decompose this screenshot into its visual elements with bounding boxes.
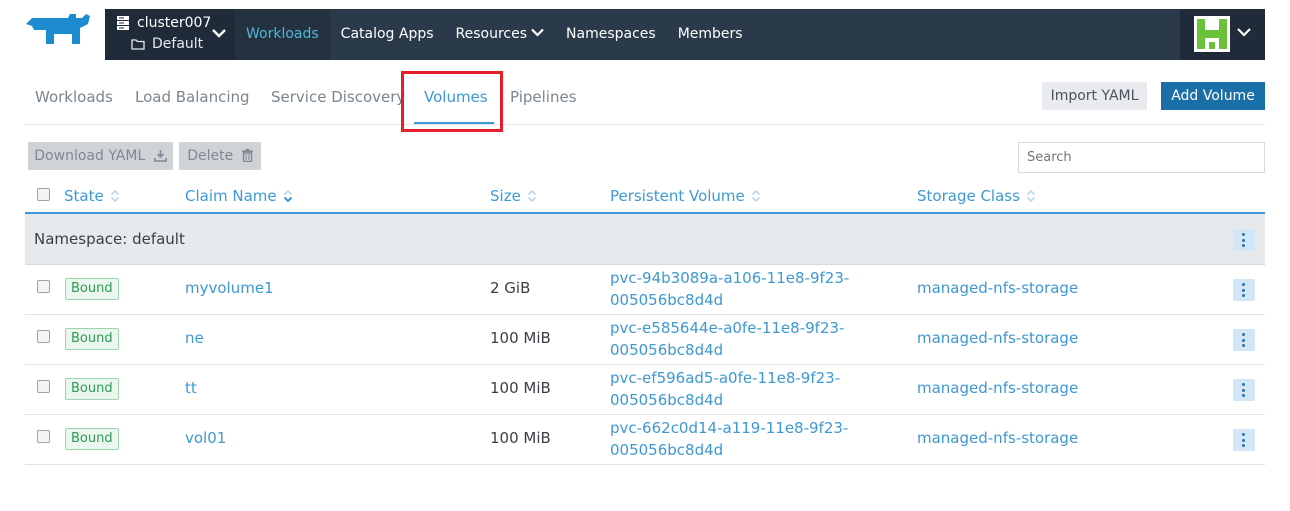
sort-descending-icon [283, 189, 292, 203]
status-badge: Bound [65, 428, 119, 450]
avatar [1194, 16, 1230, 52]
column-claim-name[interactable]: Claim Name [185, 187, 293, 205]
main-nav: Workloads Catalog Apps Resources Namespa… [235, 9, 754, 60]
row-actions-menu-icon[interactable] [1233, 329, 1255, 351]
storage-class-link[interactable]: managed-nfs-storage [917, 279, 1078, 297]
claim-name-link[interactable]: tt [185, 379, 197, 397]
storage-class-link[interactable]: managed-nfs-storage [917, 429, 1078, 447]
download-yaml-label: Download YAML [34, 148, 146, 164]
persistent-volume-line2: 005056bc8d4d [610, 291, 724, 309]
server-icon [117, 16, 129, 30]
claim-name-link[interactable]: vol01 [185, 429, 226, 447]
persistent-volume-link[interactable]: pvc-ef596ad5-a0fe-11e8-9f23- 005056bc8d4d [610, 367, 840, 411]
table-row: Bound myvolume1 2 GiB pvc-94b3089a-a106-… [25, 265, 1265, 315]
chevron-down-icon [212, 29, 226, 38]
sort-icon [1026, 189, 1035, 203]
sort-icon [527, 189, 536, 203]
sort-icon [751, 189, 760, 203]
chevron-down-icon [1237, 28, 1251, 37]
table-row: Bound ne 100 MiB pvc-e585644e-a0fe-11e8-… [25, 315, 1265, 365]
size-value: 100 MiB [490, 379, 551, 397]
column-size[interactable]: Size [490, 187, 537, 205]
persistent-volume-line1: pvc-94b3089a-a106-11e8-9f23- [610, 269, 850, 287]
delete-label: Delete [187, 148, 234, 164]
status-badge: Bound [65, 328, 119, 350]
persistent-volume-line2: 005056bc8d4d [610, 391, 724, 409]
persistent-volume-line2: 005056bc8d4d [610, 441, 724, 459]
table-row: Bound tt 100 MiB pvc-ef596ad5-a0fe-11e8-… [25, 365, 1265, 415]
trash-icon [241, 149, 253, 162]
delete-button[interactable]: Delete [179, 142, 261, 170]
nav-namespaces[interactable]: Namespaces [555, 9, 667, 60]
persistent-volume-link[interactable]: pvc-94b3089a-a106-11e8-9f23- 005056bc8d4d [610, 267, 849, 311]
row-checkbox[interactable] [37, 380, 50, 393]
tab-load-balancing[interactable]: Load Balancing [135, 88, 250, 106]
size-value: 100 MiB [490, 429, 551, 447]
status-badge: Bound [65, 278, 119, 300]
chevron-down-icon [531, 28, 544, 37]
row-actions-menu-icon[interactable] [1233, 379, 1255, 401]
nav-resources[interactable]: Resources [445, 9, 556, 60]
group-actions-menu-icon[interactable] [1233, 229, 1255, 251]
cluster-name: cluster007 [137, 15, 212, 31]
table-header: State Claim Name Size Persistent Volume … [25, 180, 1265, 214]
column-state-label: State [64, 187, 104, 205]
storage-class-link[interactable]: managed-nfs-storage [917, 329, 1078, 347]
status-badge: Bound [65, 378, 119, 400]
column-persistent-volume[interactable]: Persistent Volume [610, 187, 761, 205]
nav-members[interactable]: Members [667, 9, 754, 60]
persistent-volume-line1: pvc-ef596ad5-a0fe-11e8-9f23- [610, 369, 841, 387]
storage-class-link[interactable]: managed-nfs-storage [917, 379, 1078, 397]
column-persistent-volume-label: Persistent Volume [610, 187, 745, 205]
persistent-volume-line2: 005056bc8d4d [610, 341, 724, 359]
persistent-volume-link[interactable]: pvc-662c0d14-a119-11e8-9f23- 005056bc8d4d [610, 417, 848, 461]
size-value: 100 MiB [490, 329, 551, 347]
nav-workloads[interactable]: Workloads [235, 9, 330, 60]
column-claim-name-label: Claim Name [185, 187, 277, 205]
tab-service-discovery[interactable]: Service Discovery [271, 88, 405, 106]
namespace-group-label: Namespace: default [34, 230, 185, 248]
tab-pipelines[interactable]: Pipelines [510, 88, 577, 106]
folder-icon [131, 39, 145, 50]
nav-resources-label: Resources [455, 26, 528, 42]
persistent-volume-line1: pvc-e585644e-a0fe-11e8-9f23- [610, 319, 845, 337]
import-yaml-button[interactable]: Import YAML [1042, 82, 1147, 110]
download-yaml-button[interactable]: Download YAML [28, 142, 173, 170]
download-icon [153, 150, 167, 162]
row-actions-menu-icon[interactable] [1233, 279, 1255, 301]
persistent-volume-line1: pvc-662c0d14-a119-11e8-9f23- [610, 419, 849, 437]
cluster-project-switcher[interactable]: cluster007 Default [105, 9, 235, 60]
sort-icon [110, 189, 119, 203]
row-actions-menu-icon[interactable] [1233, 429, 1255, 451]
rancher-logo-icon[interactable] [24, 14, 94, 54]
column-storage-class-label: Storage Class [917, 187, 1020, 205]
project-name: Default [152, 36, 204, 52]
claim-name-link[interactable]: myvolume1 [185, 279, 274, 297]
user-menu[interactable] [1180, 9, 1265, 60]
tab-workloads[interactable]: Workloads [35, 88, 113, 106]
highlight-annotation [401, 71, 503, 132]
claim-name-link[interactable]: ne [185, 329, 204, 347]
top-navigation-bar: cluster007 Default Workloads Catalog App… [105, 9, 1265, 60]
namespace-group-row: Namespace: default [25, 214, 1265, 265]
add-volume-button[interactable]: Add Volume [1161, 82, 1265, 110]
row-checkbox[interactable] [37, 280, 50, 293]
column-size-label: Size [490, 187, 521, 205]
column-storage-class[interactable]: Storage Class [917, 187, 1036, 205]
row-checkbox[interactable] [37, 330, 50, 343]
column-state[interactable]: State [64, 187, 120, 205]
table-row: Bound vol01 100 MiB pvc-662c0d14-a119-11… [25, 415, 1265, 465]
nav-catalog-apps[interactable]: Catalog Apps [330, 9, 445, 60]
persistent-volume-link[interactable]: pvc-e585644e-a0fe-11e8-9f23- 005056bc8d4d [610, 317, 844, 361]
select-all-checkbox[interactable] [37, 188, 50, 201]
size-value: 2 GiB [490, 279, 531, 297]
row-checkbox[interactable] [37, 430, 50, 443]
search-input[interactable] [1018, 142, 1265, 173]
